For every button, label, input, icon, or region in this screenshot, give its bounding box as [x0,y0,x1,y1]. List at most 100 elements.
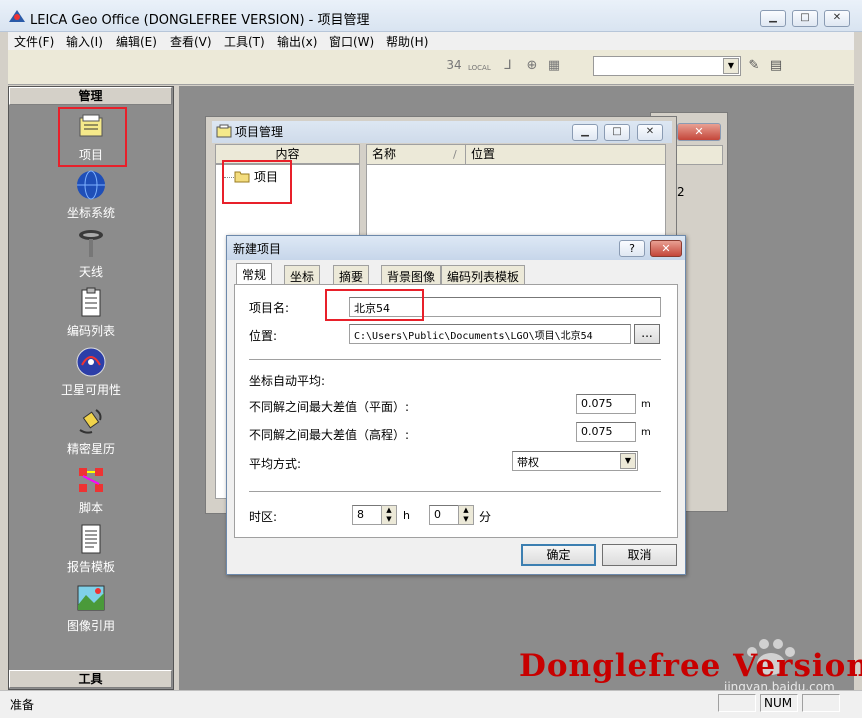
auto-average-label: 坐标自动平均: [249,374,326,388]
menu-view[interactable]: 查看(V) [170,33,212,50]
timezone-minutes-spinner[interactable]: ▲ ▼ [458,505,474,525]
highlight-box-tree-item [222,160,292,204]
menu-file[interactable]: 文件(F) [14,33,54,50]
toolbar: 34 LOCAL ⅃ ⊕ ▦ ▼ ✎ ▤ [8,50,854,85]
average-method-label: 平均方式: [249,457,302,471]
ok-button[interactable]: 确定 [521,544,596,566]
chevron-down-icon[interactable]: ▼ [723,58,739,74]
tab-coordinates[interactable]: 坐标 [284,265,321,285]
sidebar-item-label: 脚本 [78,501,103,515]
divider [249,491,661,493]
tab-general[interactable]: 常规 [236,263,273,285]
background-window-close-button[interactable]: ✕ [677,123,721,141]
sidebar-item-label: 坐标系统 [66,206,115,220]
plane-tolerance-label: 不同解之间最大差值（平面）: [249,400,410,414]
globe-icon [77,170,105,200]
project-name-label: 项目名: [249,301,290,315]
gps-34-icon[interactable]: 34 [444,58,464,76]
toolbar-combo[interactable]: ▼ [593,56,741,76]
timezone-label: 时区: [249,510,278,524]
sidebar-item-satellite-availability[interactable]: 卫星可用性 [40,345,142,403]
sidebar-item-antenna[interactable]: 天线 [40,227,142,285]
sidebar-item-script[interactable]: 脚本 [40,463,142,521]
sidebar-item-image-reference[interactable]: 图像引用 [40,581,142,639]
average-method-value: 带权 [517,456,539,469]
satellite-icon [76,347,106,377]
height-tolerance-input[interactable]: 0.075 [576,422,636,442]
project-window-icon [216,124,232,138]
globe-icon[interactable]: ⊕ [522,58,542,76]
menu-window[interactable]: 窗口(W) [329,33,374,50]
height-tolerance-label: 不同解之间最大差值（高程）: [249,428,410,442]
report-icon [81,524,101,554]
sidebar-item-precise-ephemeris[interactable]: 精密星历 [40,404,142,462]
maximize-button[interactable]: □ [792,10,818,27]
project-window-title: 项目管理 [235,125,284,139]
location-input[interactable]: C:\Users\Public\Documents\LGO\项目\北京54 [349,324,631,344]
script-icon [79,468,103,492]
antenna-icon [79,230,103,257]
average-method-select[interactable]: 带权 ▼ [512,451,638,471]
tab-summary[interactable]: 摘要 [333,265,370,285]
app-logo-icon [9,10,25,22]
project-window-maximize-button[interactable]: □ [604,124,630,141]
ephemeris-icon [79,409,102,434]
sidebar-item-label: 天线 [78,265,103,279]
tab-codelist-template[interactable]: 编码列表模板 [441,265,526,285]
highlight-box-project [58,107,127,167]
chevron-down-icon[interactable]: ▼ [620,453,636,469]
local-icon[interactable]: LOCAL [468,64,491,82]
coordinate-axis-icon[interactable]: ⅃ [498,58,518,76]
close-button[interactable]: ✕ [824,10,850,27]
dialog-title: 新建项目 [233,242,282,256]
panel-footer[interactable]: 工具 [9,670,172,688]
menu-edit[interactable]: 编辑(E) [116,33,157,50]
panel-header[interactable]: 管理 [9,87,172,105]
divider [249,359,661,361]
menu-help[interactable]: 帮助(H) [386,33,428,50]
codelist-icon [81,287,101,317]
column-location[interactable]: 位置 [466,145,666,165]
menu-tools[interactable]: 工具(T) [224,33,265,50]
background-cell: 2 [677,185,685,199]
location-label: 位置: [249,329,278,343]
sidebar-item-label: 报告模板 [66,560,115,574]
status-text: 准备 [10,698,35,712]
project-list: 名称 位置 / [366,144,666,244]
highlight-box-project-name [325,289,424,321]
donglefree-watermark: Donglefree Version [519,648,862,684]
status-pane [802,694,840,712]
sidebar-item-coordinate-system[interactable]: 坐标系统 [40,168,142,226]
background-column-header [673,145,723,165]
project-window-close-button[interactable]: ✕ [637,124,663,141]
grid-icon[interactable]: ▦ [544,58,564,76]
project-window-minimize-button[interactable]: ▁ [572,124,598,141]
sidebar-item-label: 卫星可用性 [60,383,121,397]
sidebar-item-label: 精密星历 [66,442,115,456]
tab-background-image[interactable]: 背景图像 [381,265,442,285]
help-button[interactable]: ? [619,240,645,257]
plane-tolerance-input[interactable]: 0.075 [576,394,636,414]
num-indicator: NUM [760,694,798,712]
panel-icon[interactable]: ▤ [766,58,786,76]
browse-button[interactable]: ... [634,324,660,344]
cancel-button[interactable]: 取消 [602,544,677,566]
status-pane [718,694,756,712]
sidebar-item-report-template[interactable]: 报告模板 [40,522,142,580]
timezone-hours-spinner[interactable]: ▲ ▼ [381,505,397,525]
menu-import[interactable]: 输入(I) [66,33,103,50]
column-name[interactable]: 名称 [367,145,466,165]
window-title: LEICA Geo Office (DONGLEFREE VERSION) - … [30,13,370,28]
timezone-minutes-unit: 分 [479,510,492,524]
sidebar-item-label: 图像引用 [66,619,115,633]
sidebar-item-codelist[interactable]: 编码列表 [40,286,142,344]
menu-bar: 文件(F) 输入(I) 编辑(E) 查看(V) 工具(T) 输出(x) 窗口(W… [8,32,854,50]
plane-unit: m [641,399,651,410]
minimize-button[interactable]: ▁ [760,10,786,27]
timezone-hours-input[interactable]: 8 [352,505,382,525]
menu-output[interactable]: 输出(x) [277,33,317,50]
column-sort-divider: / [453,148,457,161]
dialog-close-button[interactable]: ✕ [650,240,682,257]
timezone-minutes-input[interactable]: 0 [429,505,459,525]
edit-icon[interactable]: ✎ [744,58,764,76]
